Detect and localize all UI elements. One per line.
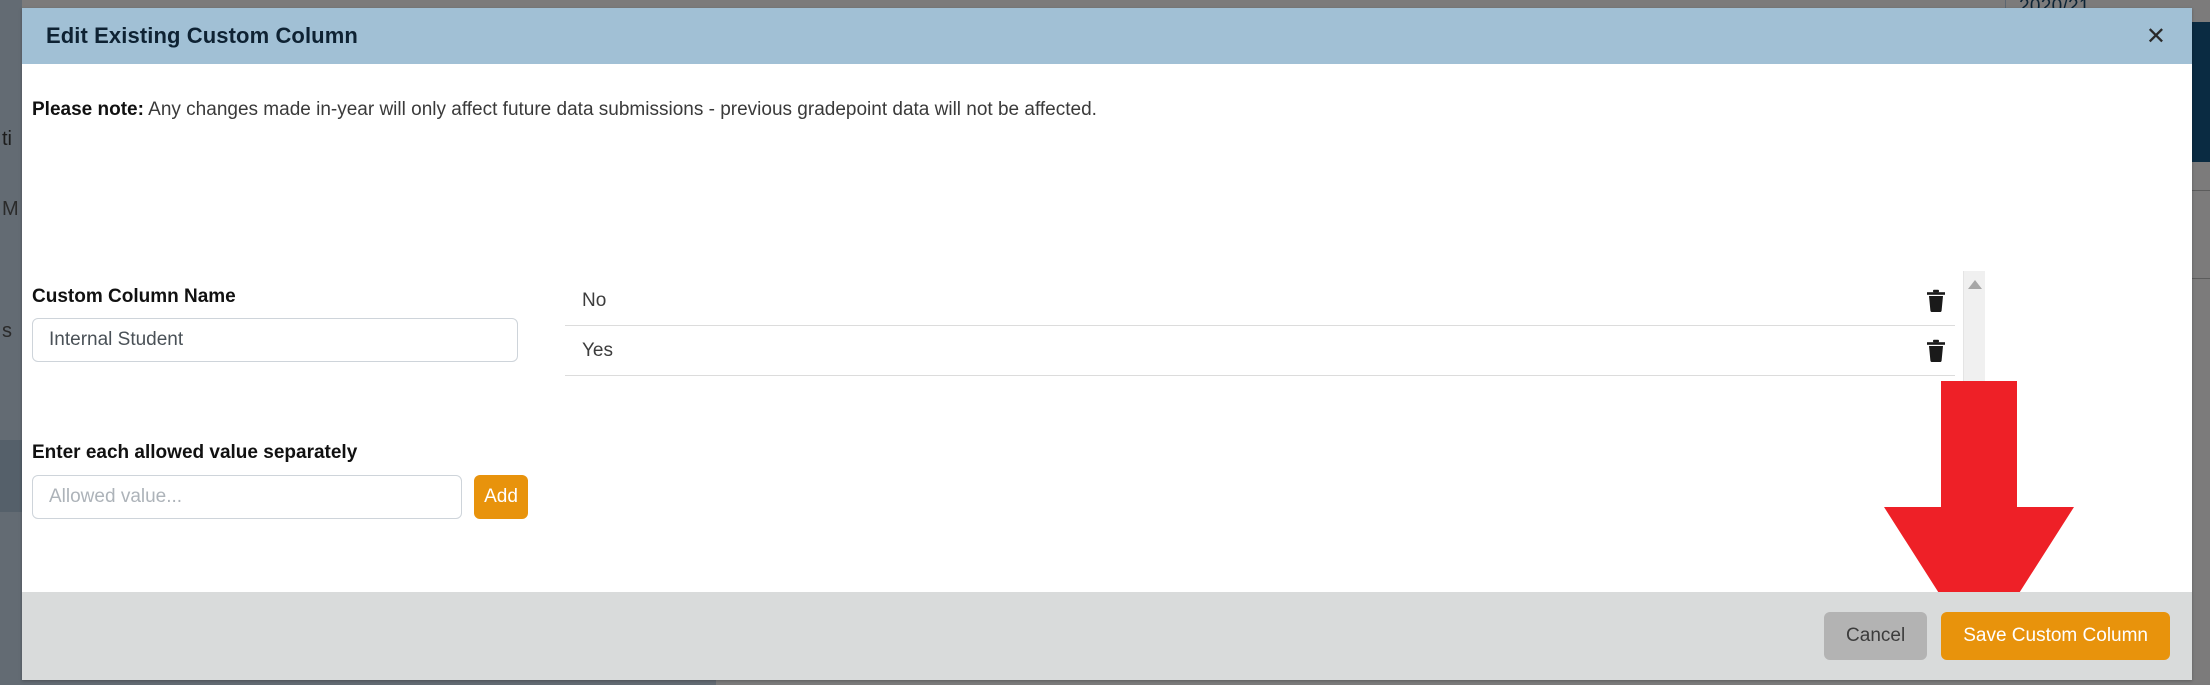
allowed-value-text: No — [582, 289, 607, 311]
dialog-body: Please note: Any changes made in-year wi… — [22, 64, 2192, 656]
please-note-text: Please note: Any changes made in-year wi… — [32, 99, 1097, 121]
trash-icon[interactable] — [1925, 289, 1947, 313]
caret-down-icon[interactable] — [1967, 470, 1982, 479]
dialog-header: Edit Existing Custom Column ✕ — [22, 8, 2192, 64]
dialog-title: Edit Existing Custom Column — [46, 23, 358, 48]
caret-up-icon[interactable] — [1967, 280, 1982, 289]
background-right-divider-1 — [2192, 190, 2210, 191]
add-allowed-value-button[interactable]: Add — [474, 475, 528, 519]
background-right-divider-2 — [2192, 278, 2210, 279]
background-sidebar-active-item — [0, 440, 22, 512]
close-icon[interactable]: ✕ — [2146, 24, 2166, 48]
background-sidebar-fragment-3: s — [2, 320, 12, 342]
dialog-footer: Cancel Save Custom Column — [22, 592, 2192, 680]
custom-column-name-input[interactable] — [32, 318, 518, 362]
background-sidebar-fragment-2: M — [2, 198, 19, 220]
allowed-value-text: Yes — [582, 339, 613, 361]
list-item[interactable]: Yes — [565, 326, 1955, 376]
background-sidebar-fragment-1: ti — [2, 128, 12, 150]
cancel-button[interactable]: Cancel — [1824, 612, 1928, 660]
edit-custom-column-dialog: Edit Existing Custom Column ✕ Please not… — [22, 8, 2192, 680]
screen: 2020/21 ti M s Edit Existing Custom Colu… — [0, 0, 2210, 685]
background-right-panel — [2192, 22, 2210, 162]
allowed-value-label: Enter each allowed value separately — [32, 442, 358, 463]
please-note-prefix: Please note: — [32, 99, 144, 120]
custom-column-name-label: Custom Column Name — [32, 286, 236, 307]
allowed-value-input[interactable] — [32, 475, 462, 519]
allowed-values-list: No Yes — [565, 276, 1955, 376]
allowed-values-scrollbar[interactable] — [1963, 271, 1985, 488]
trash-icon[interactable] — [1925, 339, 1947, 363]
please-note-body: Any changes made in-year will only affec… — [143, 99, 1097, 120]
list-item[interactable]: No — [565, 276, 1955, 326]
save-custom-column-button[interactable]: Save Custom Column — [1941, 612, 2170, 660]
